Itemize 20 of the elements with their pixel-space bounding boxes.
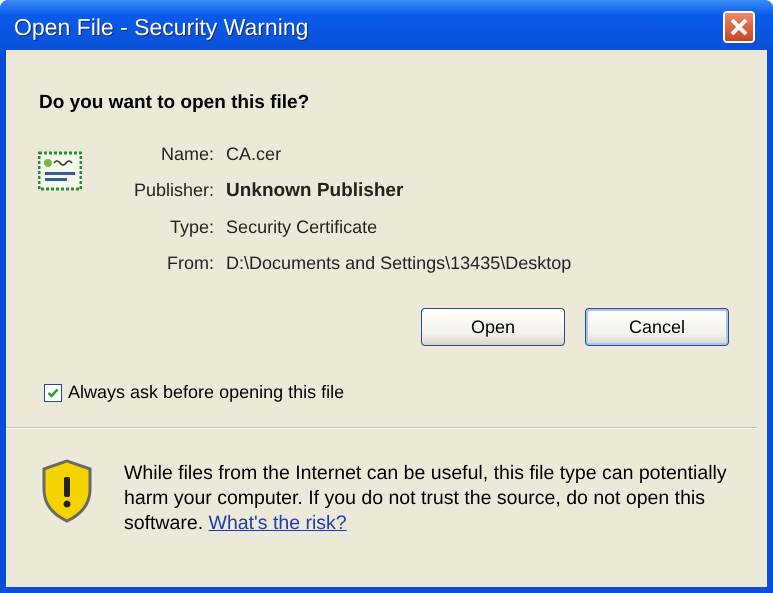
checkbox[interactable] (44, 384, 62, 402)
checkbox-label: Always ask before opening this file (68, 382, 344, 403)
question-heading: Do you want to open this file? (39, 92, 310, 114)
field-value: CA.cer (226, 144, 282, 165)
close-icon (729, 17, 749, 37)
field-label: Name: (160, 144, 214, 165)
window-title: Open File - Security Warning (14, 14, 308, 40)
warning-shield-icon (40, 459, 94, 523)
field-label: Type: (169, 217, 214, 238)
risk-link[interactable]: What's the risk? (208, 512, 347, 534)
open-button[interactable]: Open (421, 308, 565, 346)
field-label: From: (166, 253, 214, 274)
close-button[interactable] (723, 11, 755, 43)
field-value: Unknown Publisher (226, 180, 404, 202)
cancel-button[interactable]: Cancel (585, 308, 729, 346)
warning-message: While files from the Internet can be useful, this file type can potentially harm your computer. If you do not trust the source, do not open this software. What's the risk? (124, 461, 728, 536)
check-icon (47, 386, 59, 398)
field-value: Security Certificate (226, 217, 378, 238)
field-value: D:\Documents and Settings\13435\Desktop (226, 253, 572, 274)
field-label: Publisher: (134, 180, 214, 202)
